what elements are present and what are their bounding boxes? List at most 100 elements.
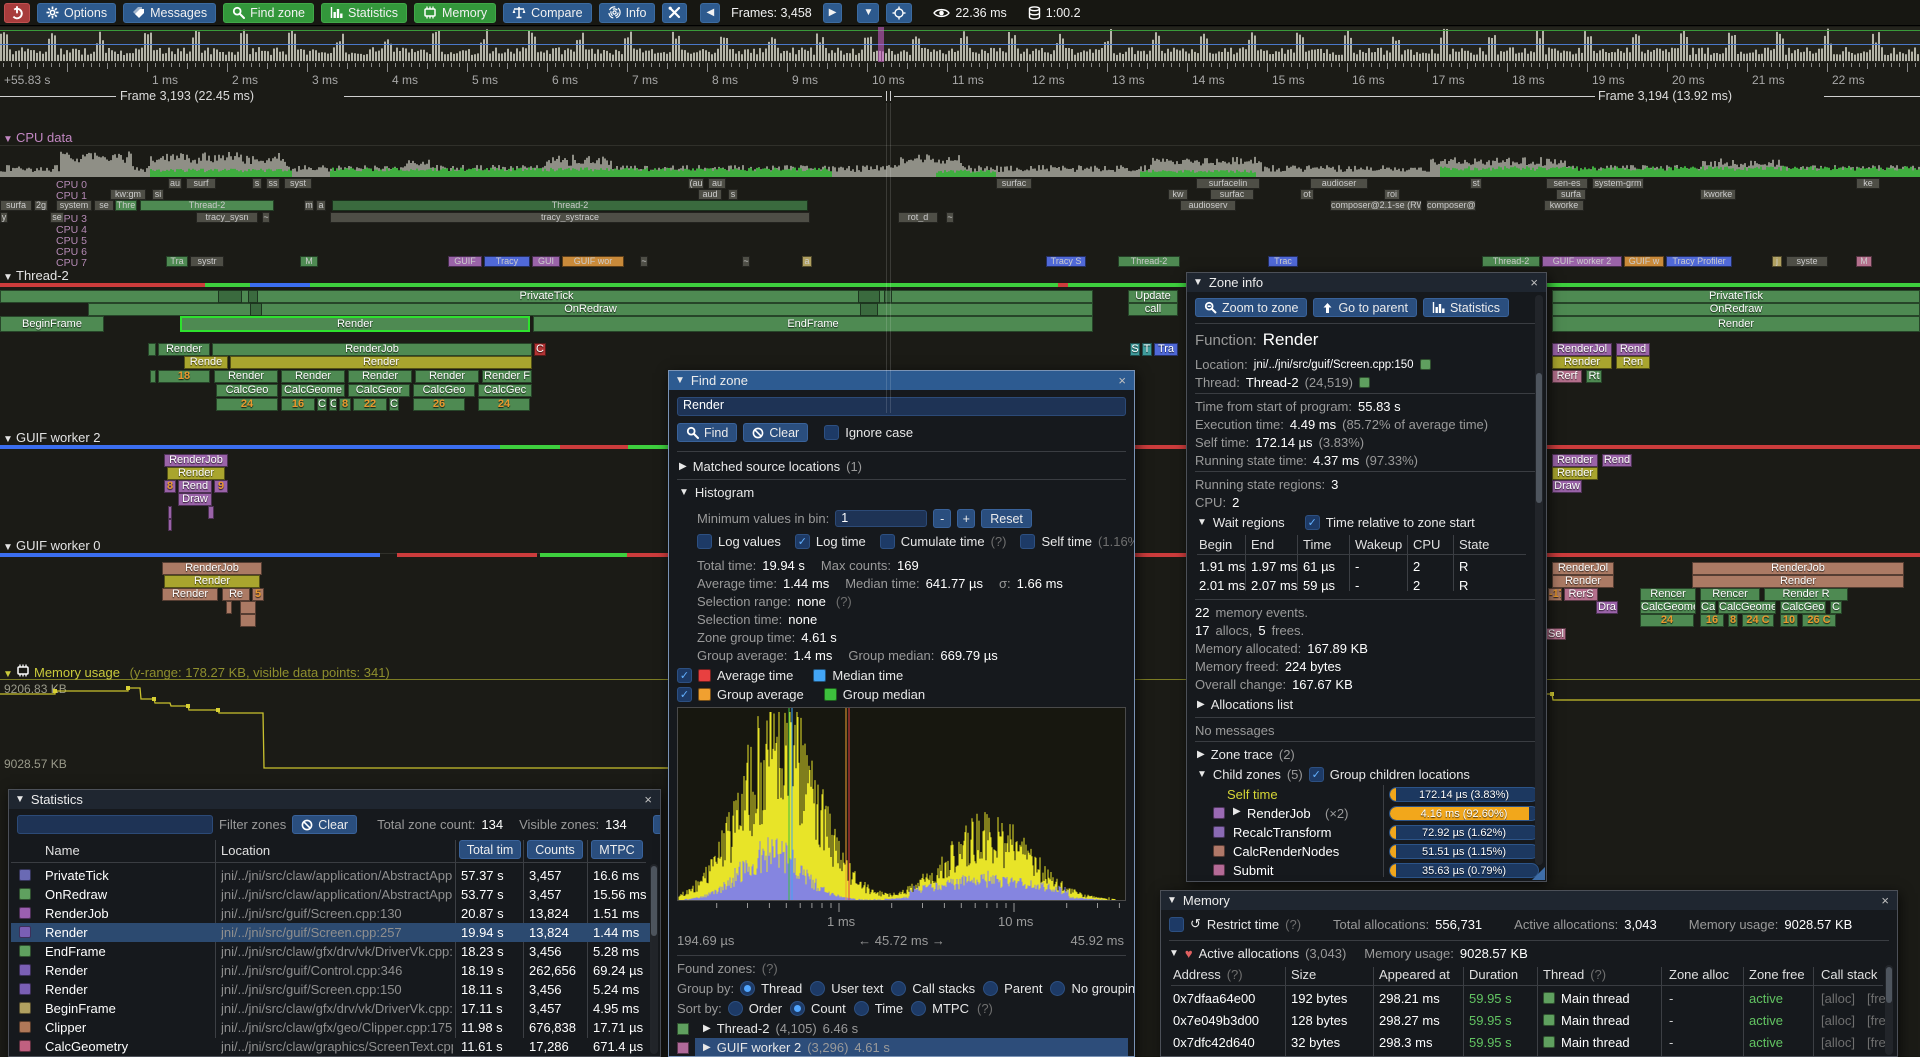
zone-bar[interactable]	[248, 290, 258, 303]
group-by-radio[interactable]	[983, 981, 998, 996]
zone-bar[interactable]: Dra	[1596, 601, 1618, 614]
table-row[interactable]: CalcGeometryjni/../jni/src/claw/graphics…	[11, 1037, 653, 1056]
zone-bar[interactable]	[250, 303, 262, 316]
wait-column-header[interactable]: State	[1459, 537, 1495, 552]
cpu-zone[interactable]: a	[316, 200, 326, 211]
callstack-alloc-link[interactable]: [alloc]	[1821, 1035, 1855, 1050]
alloc-thread[interactable]: Main thread	[1561, 1035, 1630, 1050]
cpu-zone[interactable]: kworke	[1544, 200, 1584, 211]
clear-filter-button[interactable]: Clear	[292, 815, 357, 834]
zone-bar[interactable]: Render	[1552, 575, 1614, 588]
cpu-zone[interactable]: kw	[1168, 189, 1188, 200]
cpu-zone[interactable]: a	[802, 256, 812, 267]
cpu-zone[interactable]: (au	[688, 178, 704, 189]
close-icon[interactable]: ×	[1116, 373, 1128, 388]
toolbar-button-statistics[interactable]: Statistics	[321, 3, 407, 23]
alloc-address[interactable]: 0x7dfc42d640	[1173, 1035, 1255, 1050]
cpu-zone[interactable]: M	[300, 256, 318, 267]
collapse-icon[interactable]: ▼	[679, 487, 689, 498]
toolbar-button-info[interactable]: Info	[599, 3, 656, 23]
child-time-bar[interactable]: 72.92 µs (1.62%)	[1389, 825, 1539, 840]
zone-bar[interactable]: EndFrame	[533, 316, 1093, 332]
cpu-zone[interactable]: GUIF wor	[562, 256, 624, 267]
alloc-thread[interactable]: Main thread	[1561, 991, 1630, 1006]
restrict-time-checkbox[interactable]	[1169, 917, 1184, 932]
cpu-zone[interactable]: surfa	[1556, 189, 1586, 200]
cpu-zone[interactable]: system-grm	[1592, 178, 1644, 189]
zone-bar[interactable]: Rende	[184, 356, 228, 369]
memory-column-header[interactable]: Duration	[1469, 967, 1518, 982]
power-button[interactable]	[4, 3, 30, 23]
zone-bar[interactable]: Tra	[1154, 343, 1178, 356]
cpu-zone[interactable]: Thre	[115, 200, 137, 211]
cpu-zone[interactable]: ss	[266, 178, 280, 189]
collapse-button[interactable]: ▼	[857, 3, 879, 23]
collapse-icon[interactable]: ▼	[1169, 948, 1179, 959]
zone-bar[interactable]: 26	[413, 398, 465, 411]
group-by-radio[interactable]	[891, 981, 906, 996]
memory-column-header[interactable]: Zone alloc	[1669, 967, 1729, 982]
thread-color-swatch[interactable]	[1359, 377, 1370, 388]
zone-bar[interactable]: BeginFrame	[0, 316, 104, 332]
zone-bar[interactable]: Render R	[1764, 588, 1848, 601]
child-zone-name[interactable]: Submit	[1233, 863, 1273, 878]
found-zone-group[interactable]: ▶GUIF worker 2(3,296)4.61 s	[677, 1040, 890, 1055]
zone-bar[interactable]: RerS	[1564, 588, 1598, 601]
table-row[interactable]: BeginFramejni/../jni/src/claw/gfx/drv/vk…	[11, 999, 653, 1018]
alloc-appeared[interactable]: 298.21 ms	[1379, 991, 1440, 1006]
zone-bar[interactable]	[150, 370, 156, 383]
expand-icon[interactable]: ▶	[1197, 699, 1205, 710]
group-children-checkbox[interactable]: ✓	[1309, 767, 1324, 782]
zone-bar[interactable]: Rencer	[1640, 588, 1696, 601]
zone-bar[interactable]: Render	[164, 575, 260, 588]
cpu-zone[interactable]: Trac	[1268, 256, 1298, 267]
frame-overview[interactable]	[0, 27, 1920, 62]
toolbar-button-tools[interactable]	[662, 3, 687, 23]
alloc-zone-free[interactable]: active	[1749, 1013, 1783, 1028]
child-time-bar[interactable]: 51.51 µs (1.15%)	[1389, 844, 1539, 859]
zone-bar[interactable]: CalcGeor	[348, 384, 410, 397]
go-to-parent-button[interactable]: Go to parent	[1313, 298, 1417, 317]
min-bin-input[interactable]: 1	[835, 510, 927, 527]
cpu-zone[interactable]: surfa	[0, 200, 32, 211]
cpu-zone[interactable]: GUIF worker 2	[1542, 256, 1622, 267]
expand-icon[interactable]: ▶	[703, 1042, 711, 1053]
group-by-radio[interactable]	[1050, 981, 1065, 996]
zone-bar[interactable]: Render F	[482, 370, 532, 383]
zone-bar[interactable]: -17	[1548, 588, 1562, 601]
found-zone-group[interactable]: ▶Thread-2(4,105)6.46 s	[677, 1021, 858, 1036]
cpu-data-header[interactable]: ▼CPU data	[0, 130, 1920, 146]
memory-column-header[interactable]: Zone free	[1749, 967, 1805, 982]
cpu-zone[interactable]: composer@2.1-se (RW	[1330, 200, 1422, 211]
wait-column-header[interactable]: CPU	[1413, 537, 1453, 552]
cpu-zone[interactable]: au	[168, 178, 182, 189]
child-zone-name[interactable]: RecalcTransform	[1233, 825, 1331, 840]
callstack-alloc-link[interactable]: [alloc]	[1821, 991, 1855, 1006]
zone-bar[interactable]: PrivateTick	[1552, 290, 1920, 303]
zone-bar[interactable]: RenderJol	[1552, 562, 1614, 575]
zone-bar[interactable]: C	[329, 398, 337, 411]
zoom-to-zone-button[interactable]: Zoom to zone	[1195, 298, 1307, 317]
zone-bar[interactable]: Rt	[1586, 370, 1602, 383]
allocations-list-row[interactable]: ▶Allocations list	[1197, 697, 1293, 712]
group-by-radio[interactable]	[740, 981, 755, 996]
zone-bar[interactable]: T	[1142, 343, 1152, 356]
zone-bar[interactable]: CalcGeo	[216, 384, 278, 397]
cpu-zone[interactable]: syste	[1786, 256, 1828, 267]
wait-column-header[interactable]: Wakeup	[1355, 537, 1407, 552]
column-header-location[interactable]: Location	[221, 843, 270, 858]
zone-bar[interactable]	[226, 601, 232, 614]
column-header-name[interactable]: Name	[45, 843, 80, 858]
cpu-zone[interactable]: aud	[698, 189, 722, 200]
zone-bar[interactable]: 10	[1780, 614, 1798, 627]
zone-bar[interactable]: PrivateTick	[0, 290, 1093, 303]
expand-icon[interactable]: ▶	[1197, 749, 1205, 760]
bin-minus-button[interactable]: -	[933, 509, 951, 528]
cpu-zone[interactable]: Tra	[166, 256, 188, 267]
cpu-zone[interactable]: si	[152, 189, 164, 200]
thread-header-thread-2[interactable]: ▼Thread-2	[0, 268, 1920, 284]
cpu-zone[interactable]: y	[0, 212, 8, 223]
zone-bar[interactable]: CalcGeome	[281, 384, 345, 397]
cpu-zone[interactable]: surf	[186, 178, 216, 189]
zone-bar[interactable]: call	[1128, 303, 1178, 316]
